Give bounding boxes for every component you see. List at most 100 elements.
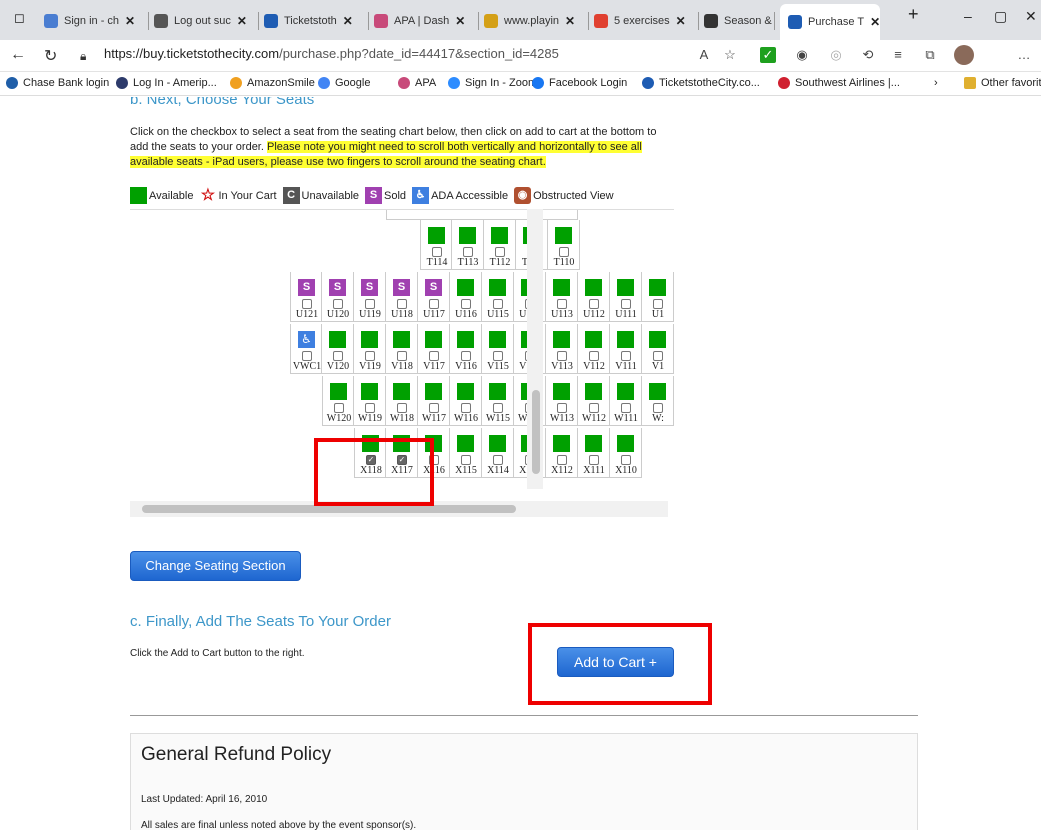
chart-vertical-scroll-thumb[interactable] — [532, 390, 540, 474]
bookmark-item[interactable]: Chase Bank login — [6, 77, 109, 89]
browser-tab[interactable]: 5 exercises ✕ — [594, 6, 694, 36]
tab-close-icon[interactable]: ✕ — [125, 14, 135, 28]
collections-icon[interactable]: ⧉ — [922, 47, 938, 63]
seat-cell[interactable]: U112 — [578, 272, 610, 322]
favorite-star-icon[interactable]: ☆ — [722, 47, 738, 63]
seat-checkbox[interactable] — [397, 351, 407, 361]
tab-close-icon[interactable]: ✕ — [565, 14, 575, 28]
seat-checkbox[interactable] — [365, 403, 375, 413]
seat-cell[interactable]: W111 — [610, 376, 642, 426]
profile-avatar[interactable] — [954, 45, 974, 65]
seat-checkbox[interactable] — [461, 455, 471, 465]
seat-cell[interactable]: V111 — [610, 324, 642, 374]
seat-cell[interactable]: V119 — [354, 324, 386, 374]
bookmark-item[interactable]: Other favorites — [964, 77, 1041, 89]
seat-checkbox[interactable] — [334, 403, 344, 413]
seat-cell[interactable]: V116 — [450, 324, 482, 374]
bookmark-item[interactable]: Southwest Airlines |... — [778, 77, 900, 89]
seat-cell[interactable]: V1 — [642, 324, 674, 374]
seat-checkbox[interactable] — [461, 403, 471, 413]
seat-checkbox[interactable] — [461, 351, 471, 361]
browser-tab[interactable]: Log out suc ✕ — [154, 6, 254, 36]
seat-checkbox[interactable] — [589, 351, 599, 361]
search-extension-icon[interactable]: ◉ — [794, 47, 810, 63]
seat-cell[interactable]: W116 — [450, 376, 482, 426]
browser-tab[interactable]: Purchase T ✕ — [780, 4, 880, 40]
seat-cell[interactable]: W119 — [354, 376, 386, 426]
seat-cell[interactable]: W118 — [386, 376, 418, 426]
seat-checkbox[interactable] — [461, 299, 471, 309]
seat-checkbox[interactable] — [557, 403, 567, 413]
seat-cell[interactable]: X114 — [482, 428, 514, 478]
seat-checkbox[interactable] — [429, 351, 439, 361]
seat-checkbox[interactable] — [429, 299, 439, 309]
bookmark-item[interactable]: Log In - Amerip... — [116, 77, 217, 89]
more-menu-icon[interactable]: … — [1016, 47, 1032, 63]
seat-cell[interactable]: V112 — [578, 324, 610, 374]
seat-checkbox[interactable] — [557, 455, 567, 465]
seat-cell[interactable]: S U121 — [290, 272, 322, 322]
seat-cell[interactable]: W113 — [546, 376, 578, 426]
tab-close-icon[interactable]: ✕ — [676, 14, 686, 28]
seat-cell[interactable]: V113 — [546, 324, 578, 374]
seat-cell[interactable]: X112 — [546, 428, 578, 478]
seat-cell[interactable]: W117 — [418, 376, 450, 426]
seat-checkbox[interactable] — [365, 299, 375, 309]
bookmark-item[interactable]: Google — [318, 77, 370, 89]
seat-cell[interactable]: S U120 — [322, 272, 354, 322]
seat-checkbox[interactable] — [463, 247, 473, 257]
url-field[interactable]: https://buy.ticketstothecity.com/purchas… — [104, 46, 559, 61]
disabled-extension-icon[interactable]: ◎ — [828, 47, 844, 63]
seat-cell[interactable]: T110 — [548, 220, 580, 270]
seat-cell[interactable]: W115 — [482, 376, 514, 426]
seat-cell[interactable]: V120 — [322, 324, 354, 374]
seat-cell[interactable]: T112 — [484, 220, 516, 270]
seat-checkbox[interactable] — [397, 299, 407, 309]
browser-tab[interactable]: APA | Dash ✕ — [374, 6, 474, 36]
seat-checkbox[interactable] — [302, 351, 312, 361]
refresh-icon[interactable]: ↻ — [44, 46, 57, 66]
seat-checkbox[interactable] — [653, 351, 663, 361]
seat-checkbox[interactable] — [621, 351, 631, 361]
seat-cell[interactable]: X115 — [450, 428, 482, 478]
bookmark-item[interactable]: TicketstotheCity.co... — [642, 77, 760, 89]
extensions-icon[interactable]: ⟲ — [860, 47, 876, 63]
browser-tab[interactable]: Ticketstoth ✕ — [264, 6, 364, 36]
seat-checkbox[interactable] — [621, 403, 631, 413]
seat-checkbox[interactable] — [557, 351, 567, 361]
new-tab-button[interactable]: + — [908, 4, 919, 25]
seat-cell[interactable]: S U119 — [354, 272, 386, 322]
maximize-button[interactable]: ▢ — [994, 8, 1007, 25]
seat-checkbox[interactable] — [589, 403, 599, 413]
seat-checkbox[interactable] — [589, 455, 599, 465]
read-aloud-icon[interactable]: A — [696, 47, 712, 63]
seat-cell[interactable]: T113 — [452, 220, 484, 270]
seat-checkbox[interactable] — [302, 299, 312, 309]
seat-cell[interactable]: V117 — [418, 324, 450, 374]
seat-cell[interactable]: U113 — [546, 272, 578, 322]
seat-cell[interactable]: ♿︎ VWC1 — [290, 324, 322, 374]
tab-close-icon[interactable]: ✕ — [237, 14, 247, 28]
seat-checkbox[interactable] — [397, 403, 407, 413]
seat-cell[interactable]: T114 — [420, 220, 452, 270]
seat-checkbox[interactable] — [333, 351, 343, 361]
seat-cell[interactable]: S U118 — [386, 272, 418, 322]
seat-cell[interactable]: W120 — [322, 376, 354, 426]
seat-checkbox[interactable] — [432, 247, 442, 257]
more-bookmarks-chevron-icon[interactable]: › — [934, 77, 938, 89]
seat-checkbox[interactable] — [653, 299, 663, 309]
seat-cell[interactable]: W: — [642, 376, 674, 426]
tab-close-icon[interactable]: ✕ — [343, 14, 353, 28]
add-to-cart-button[interactable]: Add to Cart + — [557, 647, 674, 677]
seat-cell[interactable]: U1 — [642, 272, 674, 322]
seat-checkbox[interactable] — [493, 299, 503, 309]
favorites-list-icon[interactable]: ≡ — [890, 47, 906, 63]
back-arrow-icon[interactable]: ← — [10, 46, 26, 64]
lock-icon[interactable]: 🔒︎ — [80, 49, 86, 64]
tab-actions-icon[interactable]: ◻ — [14, 10, 25, 26]
seat-checkbox[interactable] — [333, 299, 343, 309]
seat-cell[interactable]: U115 — [482, 272, 514, 322]
chart-horizontal-scroll-thumb[interactable] — [142, 505, 516, 513]
tab-close-icon[interactable]: ✕ — [870, 15, 880, 29]
bookmark-item[interactable]: Sign In - Zoom — [448, 77, 537, 89]
